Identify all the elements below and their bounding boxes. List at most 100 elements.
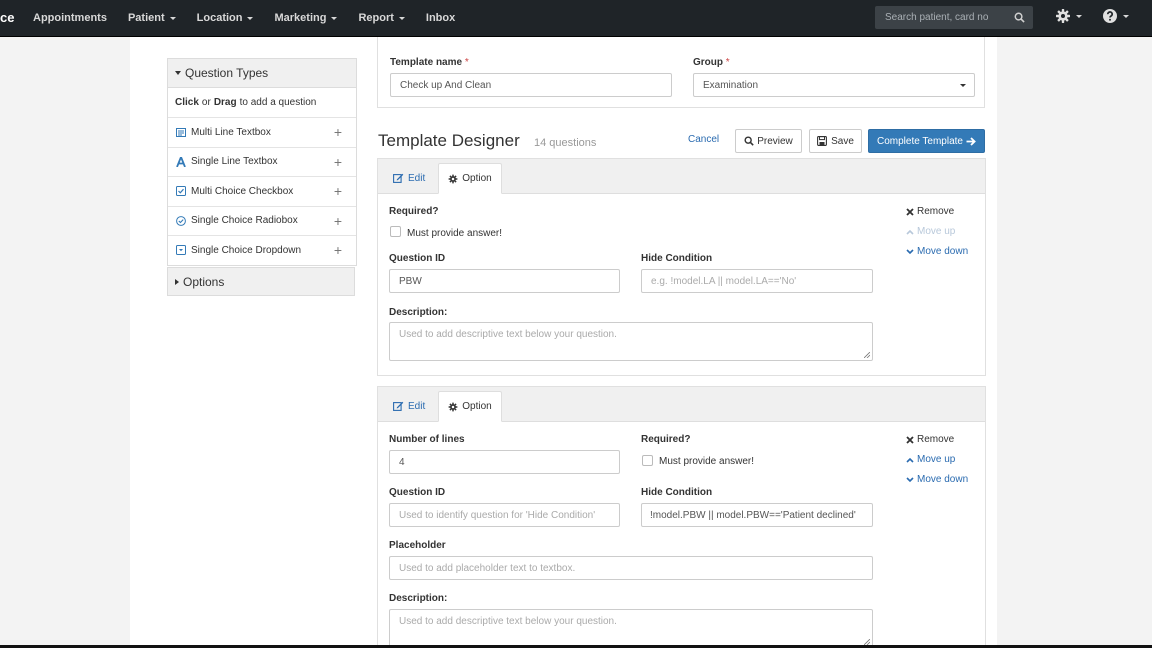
arrow-right-icon bbox=[966, 136, 976, 146]
search-icon bbox=[744, 136, 754, 146]
nav-label: Appointments bbox=[33, 12, 107, 24]
move-up-button[interactable]: Move up bbox=[906, 454, 955, 465]
save-button[interactable]: Save bbox=[809, 129, 862, 153]
caret-down-icon bbox=[169, 16, 176, 20]
question-card: Edit Option Required? Must provide answe… bbox=[377, 158, 986, 376]
caret-down-icon bbox=[398, 16, 405, 20]
nav-label: Inbox bbox=[425, 12, 456, 24]
preview-button[interactable]: Preview bbox=[735, 129, 802, 153]
template-name-input[interactable]: Check up And Clean bbox=[390, 73, 672, 97]
close-icon bbox=[906, 207, 914, 216]
nav-patient[interactable]: Patient bbox=[128, 12, 176, 24]
button-label: Complete Template bbox=[877, 135, 963, 147]
required-checkbox[interactable] bbox=[642, 455, 653, 466]
action-label: Move up bbox=[917, 226, 956, 237]
question-type-single-choice-radiobox[interactable]: Single Choice Radiobox + bbox=[168, 207, 356, 236]
plus-icon[interactable]: + bbox=[334, 154, 342, 170]
question-type-label: Single Choice Radiobox bbox=[191, 215, 298, 227]
caret-down-icon bbox=[175, 71, 181, 75]
question-id-input[interactable]: Used to identify question for 'Hide Cond… bbox=[389, 503, 620, 527]
placeholder-input[interactable]: Used to add placeholder text to textbox. bbox=[389, 556, 873, 580]
required-checkbox[interactable] bbox=[390, 226, 401, 237]
description-placeholder: Used to add descriptive text below your … bbox=[399, 616, 617, 627]
hide-condition-input[interactable]: e.g. !model.LA || model.LA=='No' bbox=[641, 269, 873, 293]
question-count: 14 questions bbox=[534, 137, 597, 149]
required-mark: * bbox=[464, 57, 469, 68]
template-settings: Template name * Check up And Clean Group… bbox=[377, 37, 985, 108]
description-textarea[interactable]: Used to add descriptive text below your … bbox=[389, 322, 873, 361]
group-label: Group * bbox=[693, 57, 730, 68]
tab-edit[interactable]: Edit bbox=[393, 391, 425, 421]
nav-appointments[interactable]: Appointments bbox=[33, 12, 107, 24]
action-label: Remove bbox=[917, 434, 955, 445]
plus-icon[interactable]: + bbox=[334, 124, 342, 140]
button-label: Preview bbox=[757, 135, 793, 147]
help-menu[interactable] bbox=[1102, 8, 1129, 24]
chevron-up-icon bbox=[906, 457, 914, 463]
remove-button[interactable]: Remove bbox=[906, 206, 954, 217]
nav-marketing[interactable]: Marketing bbox=[274, 12, 338, 24]
complete-template-button[interactable]: Complete Template bbox=[868, 129, 985, 153]
question-type-single-line-textbox[interactable]: Single Line Textbox + bbox=[168, 148, 356, 177]
label-text: Group bbox=[693, 57, 723, 68]
nav-inbox[interactable]: Inbox bbox=[426, 12, 455, 24]
designer-title: Template Designer bbox=[378, 131, 520, 150]
tab-edit[interactable]: Edit bbox=[393, 163, 425, 193]
question-type-label: Multi Choice Checkbox bbox=[191, 185, 294, 197]
required-label: Required? bbox=[641, 434, 691, 445]
question-tabs: Edit Option bbox=[378, 159, 985, 194]
options-panel-header[interactable]: Options bbox=[167, 267, 355, 296]
hide-condition-input[interactable]: !model.PBW || model.PBW=='Patient declin… bbox=[641, 503, 873, 527]
question-type-single-choice-dropdown[interactable]: Single Choice Dropdown + bbox=[168, 236, 356, 265]
caret-down-icon bbox=[331, 16, 338, 20]
nav-report[interactable]: Report bbox=[358, 12, 405, 24]
question-type-multi-choice-checkbox[interactable]: Multi Choice Checkbox + bbox=[168, 177, 356, 207]
question-id-input[interactable]: PBW bbox=[389, 269, 620, 293]
tab-option[interactable]: Option bbox=[438, 391, 502, 422]
number-of-lines-label: Number of lines bbox=[389, 434, 465, 445]
remove-button[interactable]: Remove bbox=[906, 434, 954, 445]
nav-label: Location bbox=[196, 12, 243, 24]
resize-handle-icon[interactable] bbox=[864, 352, 870, 358]
description-label: Description: bbox=[389, 593, 448, 604]
cancel-button[interactable]: Cancel bbox=[688, 134, 719, 145]
nav-location[interactable]: Location bbox=[197, 12, 254, 24]
description-textarea[interactable]: Used to add descriptive text below your … bbox=[389, 609, 873, 648]
chevron-down-icon bbox=[906, 248, 914, 255]
hide-condition-label: Hide Condition bbox=[641, 253, 713, 264]
textarea-icon bbox=[176, 127, 186, 137]
patient-search-input[interactable] bbox=[875, 6, 1017, 29]
placeholder-label: Placeholder bbox=[389, 540, 446, 551]
move-down-button[interactable]: Move down bbox=[906, 474, 968, 485]
plus-icon[interactable]: + bbox=[334, 183, 342, 199]
caret-down-icon bbox=[1123, 14, 1129, 18]
caret-down-icon bbox=[247, 16, 254, 20]
hint-or: or bbox=[201, 97, 211, 108]
checkbox-icon bbox=[176, 186, 186, 197]
search-icon[interactable] bbox=[1014, 12, 1025, 23]
options-title: Options bbox=[183, 274, 225, 289]
brand-logo-text[interactable]: ce bbox=[0, 10, 14, 25]
question-type-label: Single Line Textbox bbox=[191, 156, 278, 168]
settings-menu[interactable] bbox=[1055, 8, 1082, 24]
main-nav: Appointments Patient Location Marketing … bbox=[33, 0, 476, 36]
chevron-down-icon bbox=[906, 476, 914, 483]
question-type-multi-line-textbox[interactable]: Multi Line Textbox + bbox=[168, 118, 356, 148]
font-icon bbox=[176, 156, 186, 167]
move-down-button[interactable]: Move down bbox=[906, 246, 968, 257]
group-select-value: Examination bbox=[703, 79, 759, 91]
question-id-label: Question ID bbox=[389, 253, 446, 264]
question-types-header[interactable]: Question Types bbox=[168, 59, 356, 88]
plus-icon[interactable]: + bbox=[334, 213, 342, 229]
group-select[interactable]: Examination bbox=[693, 73, 975, 97]
tab-option[interactable]: Option bbox=[438, 163, 502, 194]
label-text: Template name bbox=[390, 57, 463, 68]
move-up-button[interactable]: Move up bbox=[906, 226, 955, 237]
description-label: Description: bbox=[389, 307, 448, 318]
number-of-lines-input[interactable]: 4 bbox=[389, 450, 620, 474]
plus-icon[interactable]: + bbox=[334, 242, 342, 258]
nav-label: Report bbox=[358, 12, 394, 24]
question-type-label: Single Choice Dropdown bbox=[191, 244, 302, 256]
question-type-label: Multi Line Textbox bbox=[191, 126, 271, 138]
question-id-label: Question ID bbox=[389, 487, 446, 498]
